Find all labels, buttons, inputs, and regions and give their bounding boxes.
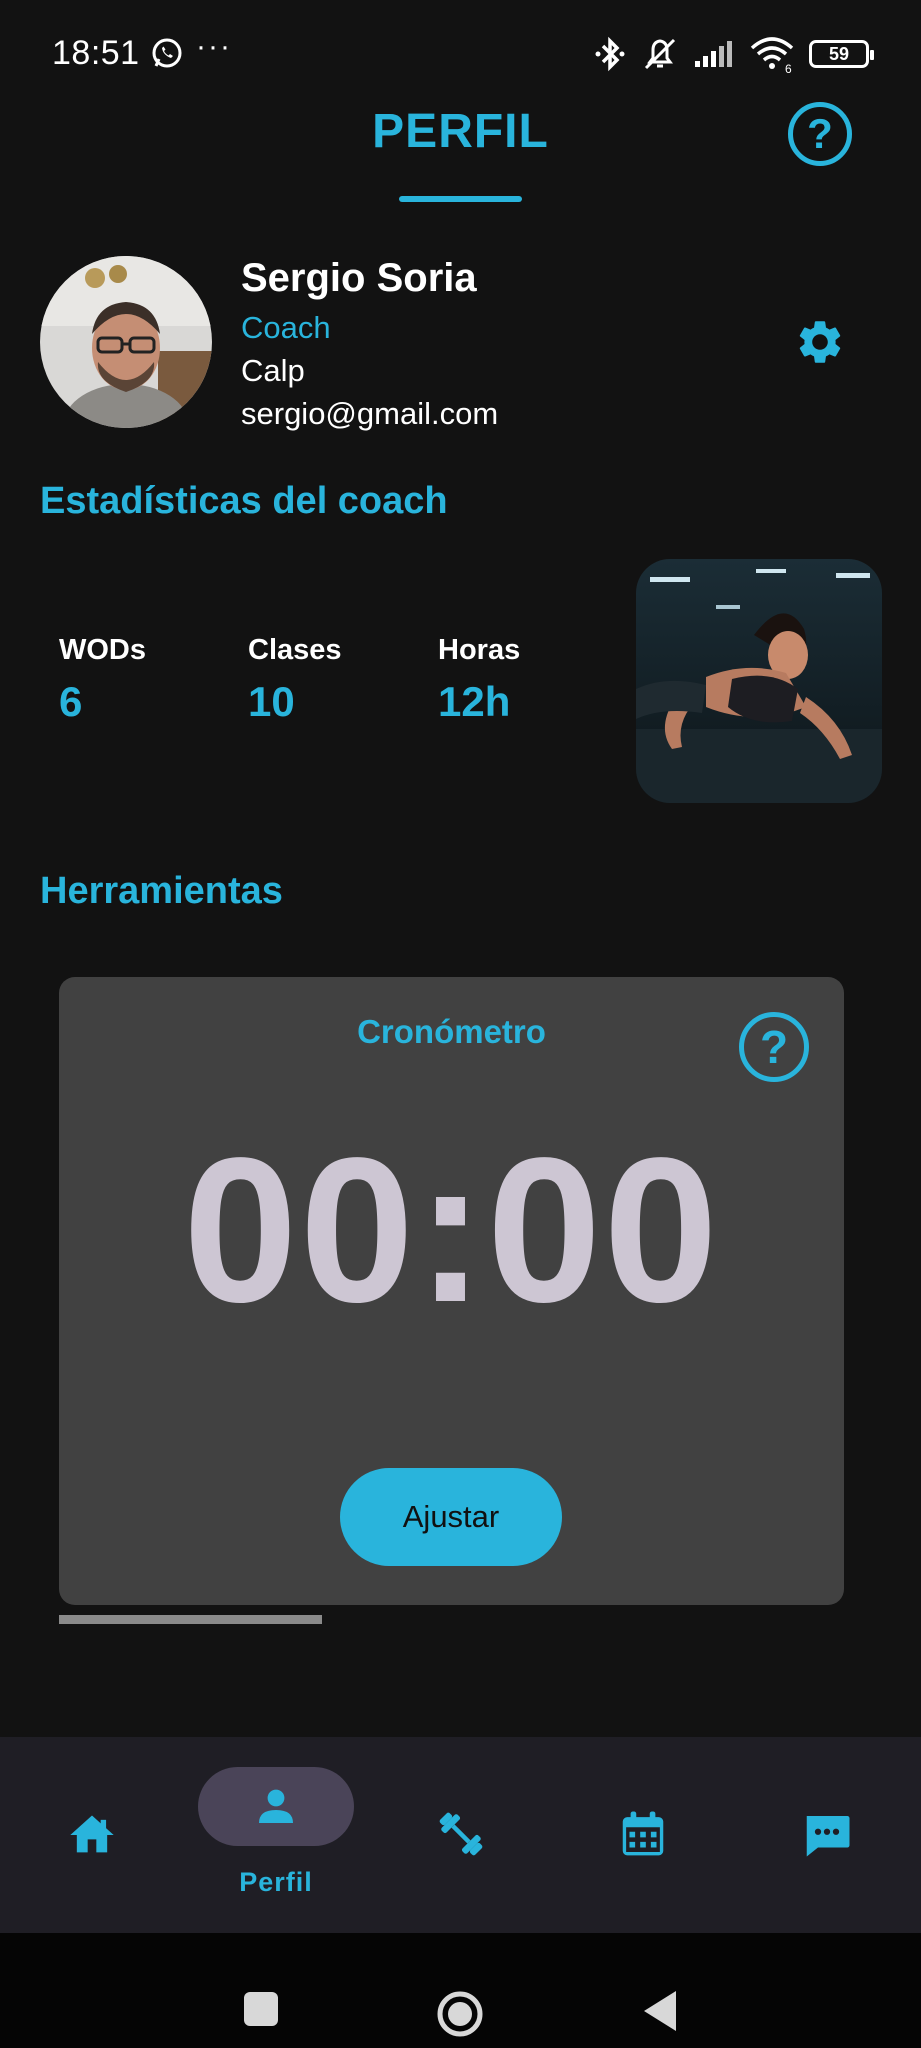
bottom-navigation: Perfil bbox=[0, 1737, 921, 1933]
profile-role: Coach bbox=[241, 310, 331, 345]
person-icon[interactable] bbox=[252, 1783, 300, 1831]
battery-indicator: 59 bbox=[809, 40, 874, 68]
svg-text:6: 6 bbox=[785, 62, 792, 74]
stat-value-clases: 10 bbox=[248, 678, 295, 725]
adjust-button[interactable]: Ajustar bbox=[340, 1468, 562, 1566]
profile-name: Sergio Soria bbox=[241, 256, 477, 300]
home-icon[interactable] bbox=[66, 1809, 118, 1861]
mute-icon bbox=[644, 38, 676, 70]
whatsapp-icon bbox=[152, 38, 182, 68]
stopwatch-help-button[interactable]: ? bbox=[739, 1012, 809, 1082]
calendar-icon[interactable] bbox=[616, 1807, 670, 1861]
status-bar: 18:51 ··· 6 59 bbox=[0, 0, 921, 108]
stopwatch-card: Cronómetro ? 00:00 Ajustar bbox=[59, 977, 844, 1605]
horizontal-scroll-indicator[interactable] bbox=[59, 1615, 322, 1624]
system-navigation-bar bbox=[0, 1933, 921, 2048]
stat-label-wods: WODs bbox=[59, 634, 146, 666]
nav-label-perfil[interactable]: Perfil bbox=[198, 1867, 354, 1898]
chat-icon[interactable] bbox=[800, 1807, 854, 1861]
title-underline bbox=[399, 196, 522, 202]
bluetooth-icon bbox=[595, 36, 625, 72]
avatar-photo bbox=[40, 256, 212, 428]
status-time: 18:51 bbox=[52, 34, 140, 72]
status-icons: 6 59 bbox=[593, 34, 874, 74]
stats-section-title: Estadísticas del coach bbox=[40, 480, 448, 522]
more-notifications-icon: ··· bbox=[196, 30, 232, 63]
stat-value-horas: 12h bbox=[438, 678, 511, 725]
stat-label-horas: Horas bbox=[438, 634, 521, 666]
page-title: PERFIL bbox=[372, 105, 549, 158]
settings-gear-icon[interactable] bbox=[794, 316, 846, 368]
wifi-icon: 6 bbox=[750, 37, 794, 74]
stopwatch-title: Cronómetro bbox=[357, 1013, 546, 1050]
stats-image bbox=[636, 559, 882, 803]
avatar[interactable] bbox=[40, 256, 212, 428]
stopwatch-display: 00:00 bbox=[183, 1115, 720, 1345]
signal-icon bbox=[695, 41, 732, 67]
profile-email: sergio@gmail.com bbox=[241, 396, 499, 431]
help-button[interactable]: ? bbox=[788, 102, 852, 166]
recents-square-icon[interactable] bbox=[243, 1991, 279, 2027]
home-circle-icon[interactable] bbox=[436, 1990, 484, 2038]
back-triangle-icon[interactable] bbox=[640, 1989, 680, 2033]
stat-value-wods: 6 bbox=[59, 678, 83, 725]
profile-city: Calp bbox=[241, 353, 305, 388]
dumbbell-icon[interactable] bbox=[434, 1807, 488, 1861]
stat-label-clases: Clases bbox=[248, 634, 342, 666]
tools-section-title: Herramientas bbox=[40, 870, 283, 912]
